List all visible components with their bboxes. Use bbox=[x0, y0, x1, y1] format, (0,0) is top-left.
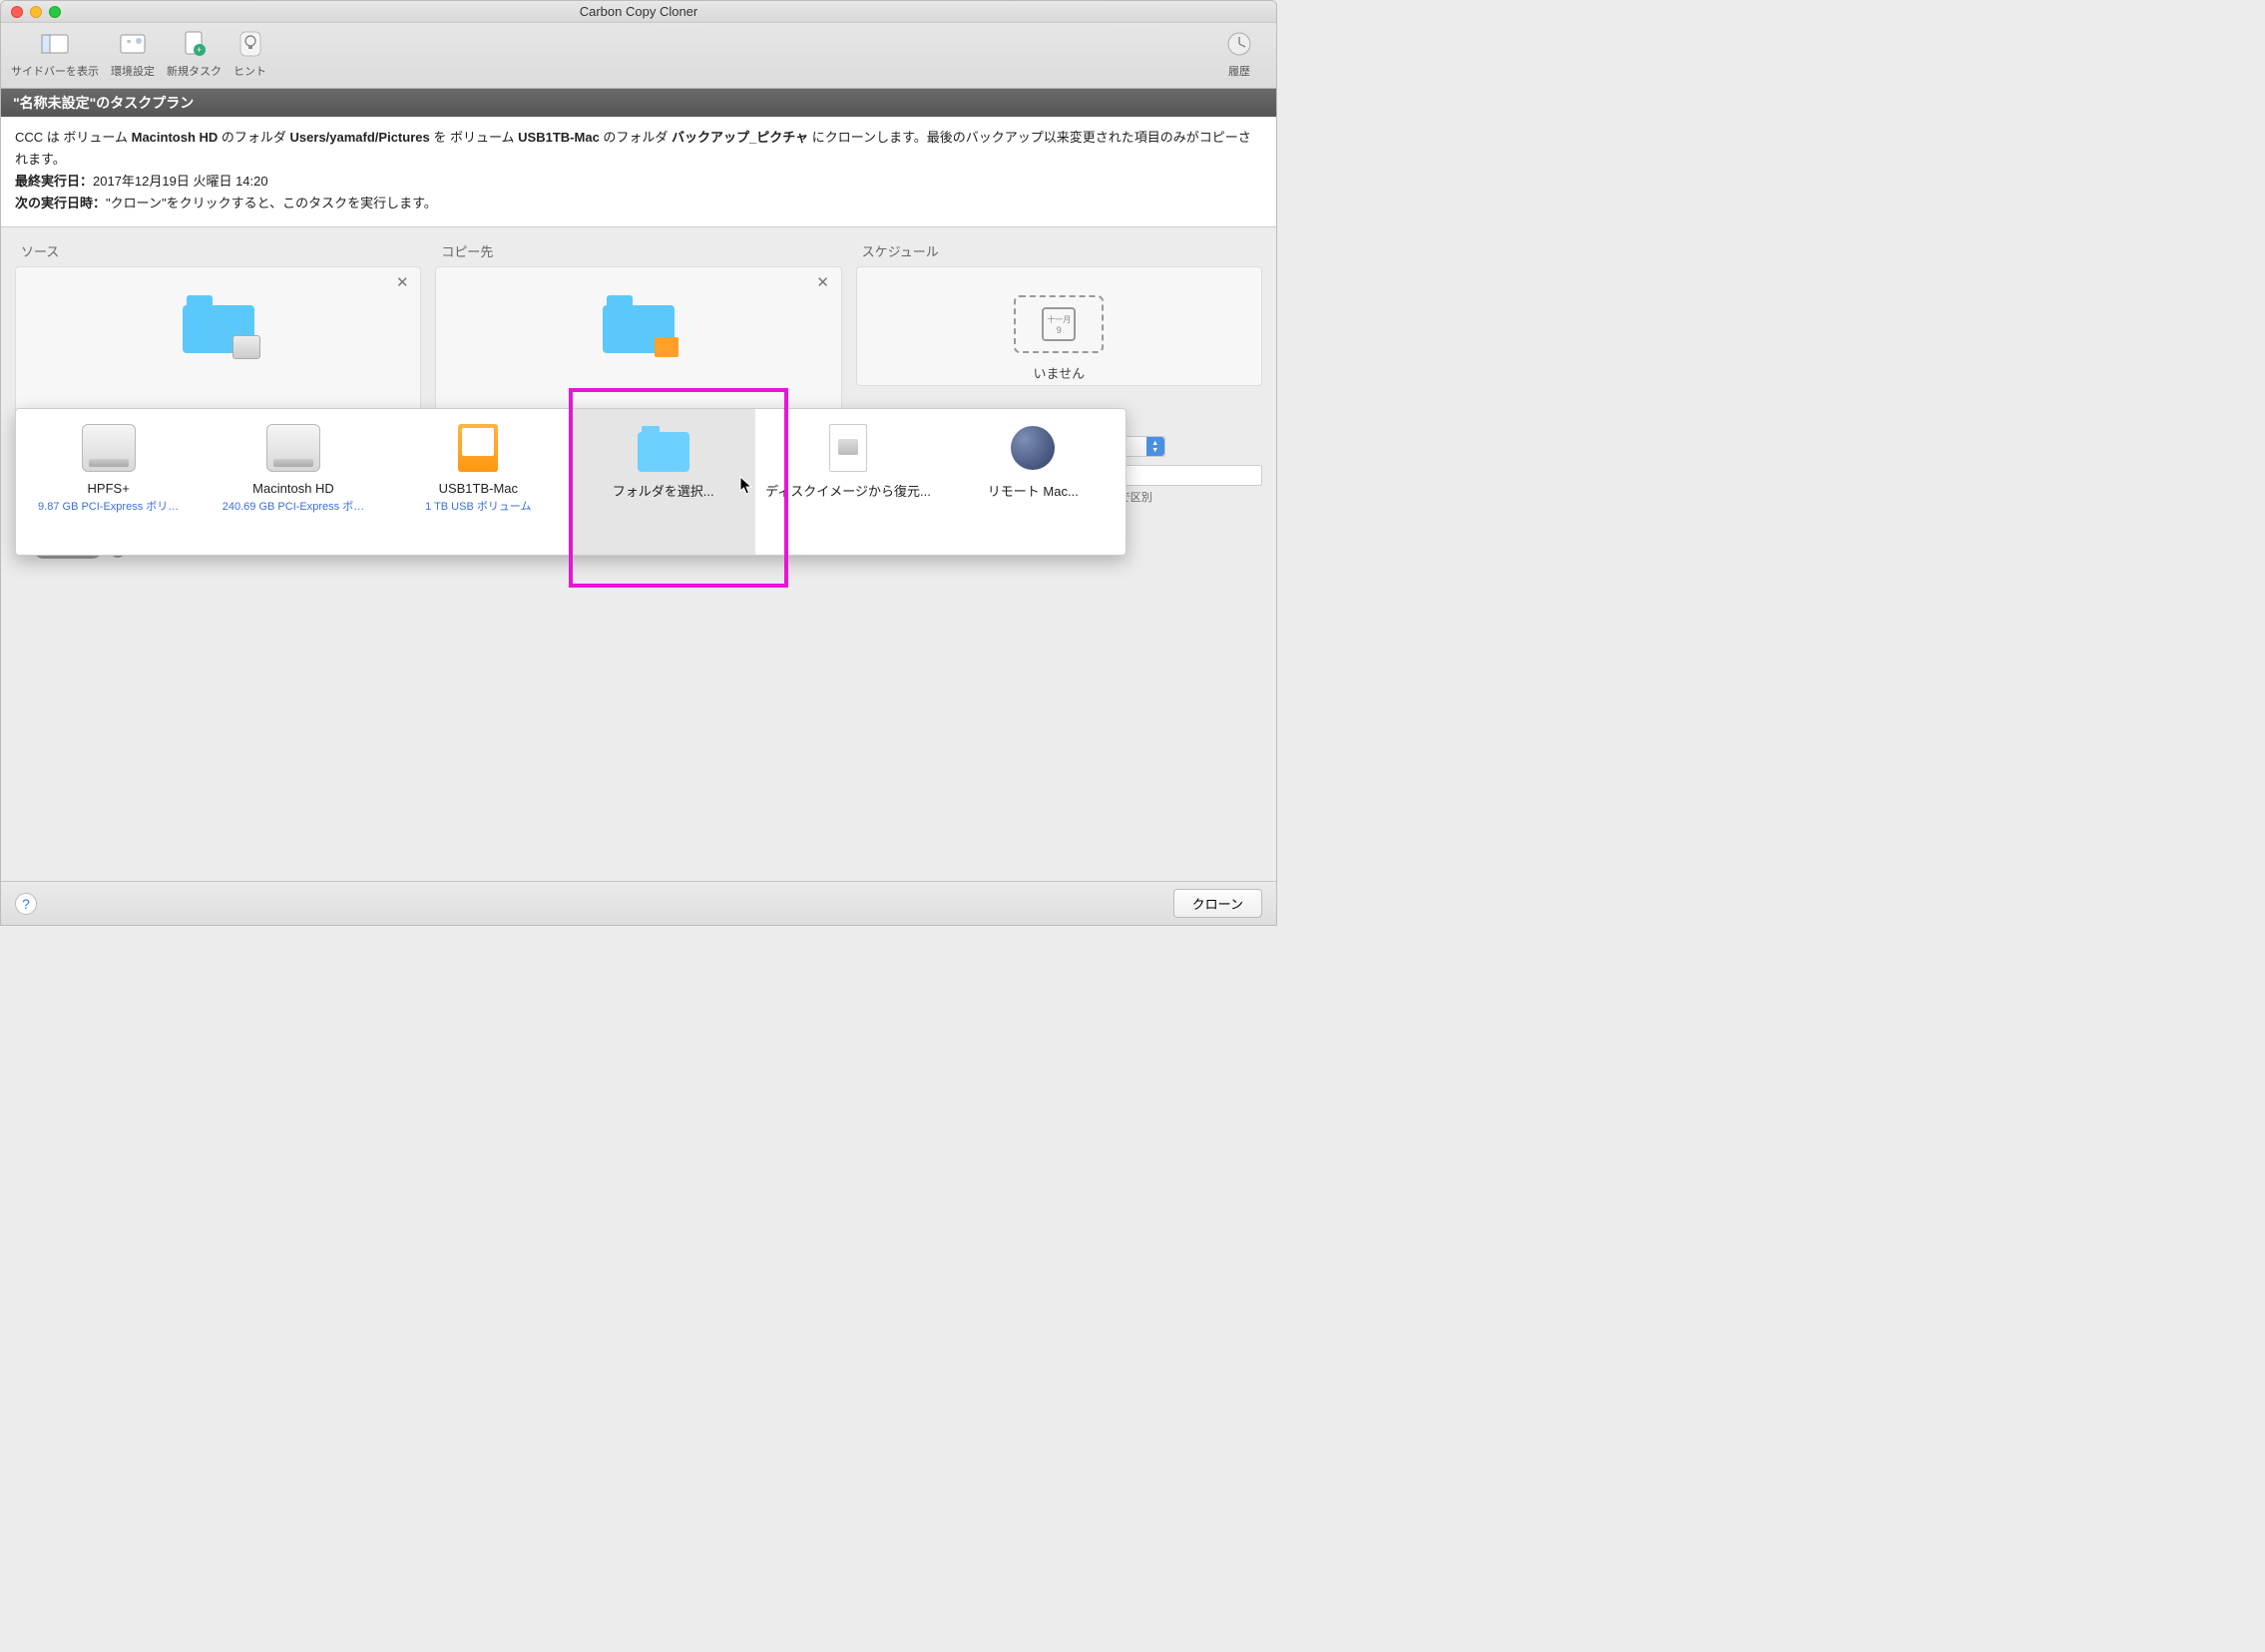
newtask-icon: + bbox=[180, 29, 210, 59]
source-folder-icon bbox=[183, 295, 254, 353]
titlebar: Carbon Copy Cloner bbox=[1, 1, 1276, 23]
svg-text:≡: ≡ bbox=[127, 39, 131, 46]
dest-option-title: リモート Mac... bbox=[988, 481, 1079, 500]
footer: ? クローン bbox=[1, 881, 1276, 925]
clone-button[interactable]: クローン bbox=[1173, 889, 1262, 918]
tips-icon bbox=[235, 29, 265, 59]
toolbar-sidebar[interactable]: サイドバーを表示 bbox=[11, 29, 99, 79]
source-label: ソース bbox=[15, 241, 421, 260]
dest-option-title: フォルダを選択... bbox=[613, 481, 714, 500]
dest-option-title: USB1TB-Mac bbox=[439, 481, 518, 496]
dest-option-title: ディスクイメージから復元... bbox=[765, 481, 931, 500]
dest-option-0[interactable]: HPFS+ 9.87 GB PCI-Express ボリ… bbox=[16, 409, 201, 555]
window-title: Carbon Copy Cloner bbox=[1, 4, 1276, 19]
dest-folder-icon bbox=[603, 295, 675, 353]
task-plan-header: "名称未設定"のタスクプラン bbox=[1, 89, 1276, 117]
plan-next-run: 次の実行日時："クローン"をクリックすると、このタスクを実行します。 bbox=[15, 193, 1262, 214]
dest-option-2[interactable]: USB1TB-Mac 1 TB USB ボリューム bbox=[386, 409, 571, 555]
toolbar-history[interactable]: 履歴 bbox=[1224, 29, 1254, 79]
dest-option-title: Macintosh HD bbox=[252, 481, 334, 496]
toolbar-newtask[interactable]: + 新規タスク bbox=[167, 29, 222, 79]
hdd-icon bbox=[80, 421, 138, 475]
ext-icon bbox=[449, 421, 507, 475]
toolbar-prefs[interactable]: ≡ 環境設定 bbox=[111, 29, 155, 79]
dest-option-sub: 1 TB USB ボリューム bbox=[425, 498, 531, 514]
history-icon bbox=[1224, 29, 1254, 59]
toolbar: サイドバーを表示 ≡ 環境設定 + 新規タスク ヒント 履歴 bbox=[1, 23, 1276, 89]
doc-icon bbox=[819, 421, 877, 475]
cursor-icon bbox=[739, 476, 753, 496]
schedule-status: いません bbox=[1034, 363, 1086, 382]
app-window: Carbon Copy Cloner サイドバーを表示 ≡ 環境設定 + 新規タ… bbox=[0, 0, 1277, 926]
dest-option-sub: 9.87 GB PCI-Express ボリ… bbox=[38, 498, 179, 514]
plan-summary: CCC は ボリューム Macintosh HD のフォルダ Users/yam… bbox=[15, 127, 1262, 171]
plan-last-run: 最終実行日：2017年12月19日 火曜日 14:20 bbox=[15, 171, 1262, 193]
task-plan-body: CCC は ボリューム Macintosh HD のフォルダ Users/yam… bbox=[1, 117, 1276, 227]
prefs-icon: ≡ bbox=[118, 29, 148, 59]
toolbar-tips[interactable]: ヒント bbox=[233, 29, 266, 79]
dest-label: コピー先 bbox=[435, 241, 841, 260]
hdd-icon bbox=[264, 421, 322, 475]
svg-text:+: + bbox=[197, 45, 202, 55]
help-button[interactable]: ? bbox=[15, 893, 37, 915]
clear-dest-button[interactable]: ✕ bbox=[815, 275, 831, 291]
folder-icon bbox=[635, 421, 692, 475]
dest-option-3[interactable]: フォルダを選択... bbox=[571, 409, 755, 555]
schedule-panel[interactable]: 十一月9 いません bbox=[856, 266, 1262, 386]
dest-option-4[interactable]: ディスクイメージから復元... bbox=[755, 409, 940, 555]
calendar-placeholder-icon: 十一月9 bbox=[1014, 295, 1104, 353]
dest-option-sub: 240.69 GB PCI-Express ボ… bbox=[223, 498, 364, 514]
destination-picker-popup: HPFS+ 9.87 GB PCI-Express ボリ… Macintosh HD… bbox=[15, 408, 1127, 556]
dest-option-title: HPFS+ bbox=[88, 481, 130, 496]
clear-source-button[interactable]: ✕ bbox=[394, 275, 410, 291]
globe-icon bbox=[1004, 421, 1062, 475]
dest-option-1[interactable]: Macintosh HD 240.69 GB PCI-Express ボ… bbox=[201, 409, 385, 555]
sidebar-icon bbox=[40, 29, 70, 59]
schedule-label: スケジュール bbox=[856, 241, 1262, 260]
dest-option-5[interactable]: リモート Mac... bbox=[941, 409, 1126, 555]
